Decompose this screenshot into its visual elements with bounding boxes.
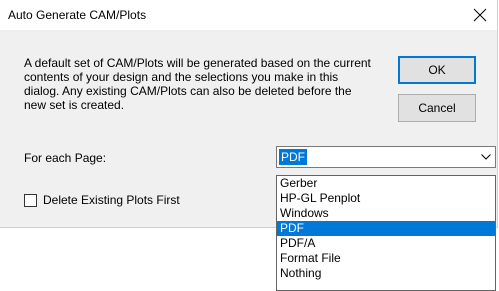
close-icon[interactable] bbox=[465, 1, 495, 29]
page-format-select[interactable]: PDF bbox=[276, 146, 496, 168]
format-dropdown-list: Gerber HP-GL Penplot Windows PDF PDF/A F… bbox=[276, 175, 496, 291]
ok-button[interactable]: OK bbox=[398, 56, 476, 84]
dropdown-option-gerber[interactable]: Gerber bbox=[277, 176, 495, 191]
checkbox-box[interactable] bbox=[24, 193, 37, 207]
delete-existing-plots-checkbox[interactable]: Delete Existing Plots First bbox=[24, 193, 180, 207]
ok-button-label: OK bbox=[428, 63, 446, 77]
dropdown-option-hpgl-penplot[interactable]: HP-GL Penplot bbox=[277, 191, 495, 206]
dropdown-option-pdf[interactable]: PDF bbox=[277, 221, 495, 236]
select-current-value: PDF bbox=[279, 149, 307, 165]
window-title: Auto Generate CAM/Plots bbox=[8, 8, 147, 22]
dropdown-option-nothing[interactable]: Nothing bbox=[277, 266, 495, 281]
title-bar: Auto Generate CAM/Plots bbox=[0, 0, 497, 30]
dropdown-option-format-file[interactable]: Format File bbox=[277, 251, 495, 266]
for-each-page-label: For each Page: bbox=[24, 151, 107, 165]
description-text: A default set of CAM/Plots will be gener… bbox=[24, 56, 371, 112]
dropdown-option-windows[interactable]: Windows bbox=[277, 206, 495, 221]
cancel-button[interactable]: Cancel bbox=[398, 94, 476, 122]
checkbox-label: Delete Existing Plots First bbox=[43, 193, 180, 207]
chevron-down-icon[interactable] bbox=[476, 147, 495, 167]
dropdown-option-pdfa[interactable]: PDF/A bbox=[277, 236, 495, 251]
cancel-button-label: Cancel bbox=[418, 101, 456, 115]
